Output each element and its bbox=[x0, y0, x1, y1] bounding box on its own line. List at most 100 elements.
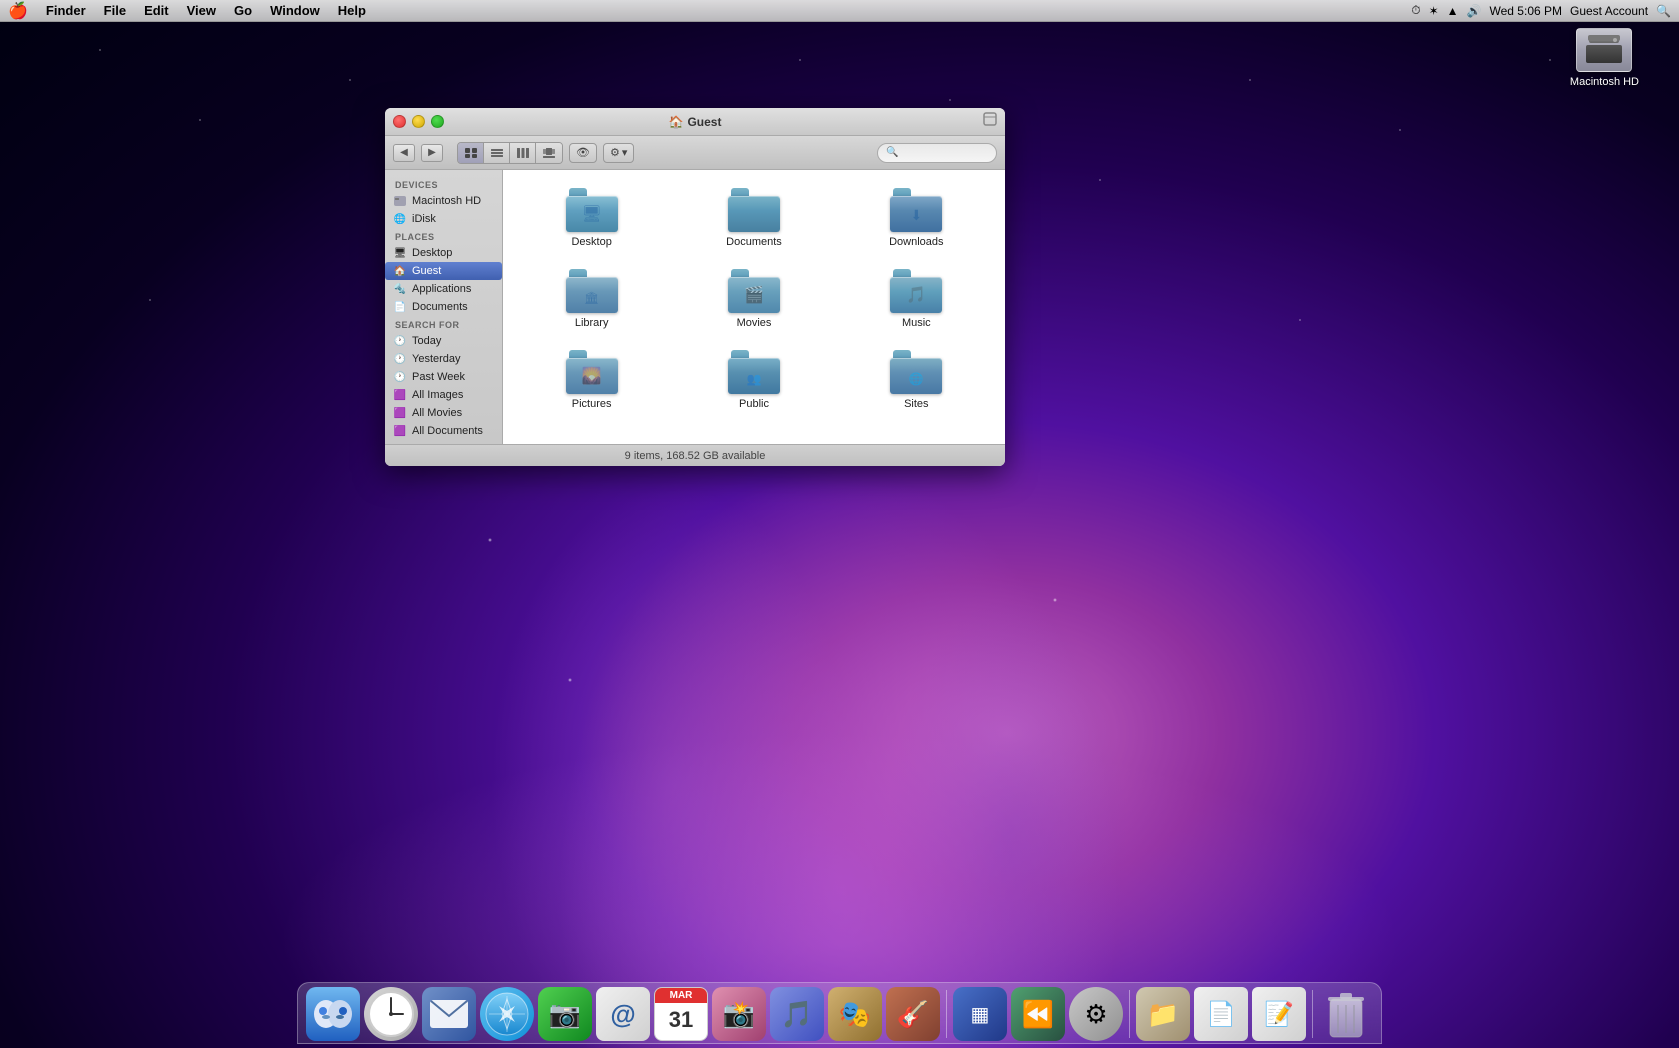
finder-dock-icon bbox=[306, 987, 360, 1041]
pictures-folder-icon: 🌄 bbox=[566, 350, 618, 394]
column-view-button[interactable] bbox=[510, 143, 536, 163]
calendar-dock-icon: MAR 31 bbox=[654, 987, 708, 1041]
menubar: 🍎 Finder File Edit View Go Window Help ⏱… bbox=[0, 0, 1679, 22]
downloads-folder-overlay: ⬇ bbox=[910, 207, 922, 224]
timemachine-dock-icon: ⏪ bbox=[1011, 987, 1065, 1041]
sidebar-item-documents[interactable]: 📄 Documents bbox=[385, 298, 502, 316]
pdf-dock-icon: 📄 bbox=[1194, 987, 1248, 1041]
dock-stack[interactable]: 📁 bbox=[1136, 987, 1190, 1041]
all-images-icon: 🟪 bbox=[393, 388, 407, 402]
sidebar-item-guest[interactable]: 🏠 Guest bbox=[385, 262, 502, 280]
library-folder-overlay: 🏛 bbox=[584, 291, 599, 305]
trash-dock-icon bbox=[1319, 987, 1373, 1041]
sysprefs-dock-icon: ⚙ bbox=[1069, 987, 1123, 1041]
search-box[interactable]: 🔍 bbox=[877, 143, 997, 163]
mac-hd-desktop-icon[interactable]: Macintosh HD bbox=[1570, 28, 1639, 88]
eye-icon: 👁 bbox=[576, 146, 590, 159]
movies-folder-label: Movies bbox=[737, 317, 772, 329]
dock-document[interactable]: 📝 bbox=[1252, 987, 1306, 1041]
sidebar-item-all-movies[interactable]: 🟪 All Movies bbox=[385, 404, 502, 422]
menu-window[interactable]: Window bbox=[262, 0, 328, 22]
traffic-lights bbox=[393, 115, 444, 128]
library-folder-label: Library bbox=[575, 317, 609, 329]
folder-movies[interactable]: 🎬 Movies bbox=[675, 261, 832, 337]
apple-menu[interactable]: 🍎 bbox=[8, 1, 28, 21]
photobooth-dock-icon: 🎭 bbox=[828, 987, 882, 1041]
close-button[interactable] bbox=[393, 115, 406, 128]
window-collapse-btn[interactable] bbox=[983, 112, 997, 131]
folder-sites[interactable]: 🌐 Sites bbox=[838, 342, 995, 418]
dock-calendar[interactable]: MAR 31 bbox=[654, 987, 708, 1041]
minimize-button[interactable] bbox=[412, 115, 425, 128]
list-view-button[interactable] bbox=[484, 143, 510, 163]
forward-button[interactable]: ▶ bbox=[421, 144, 443, 162]
menu-view[interactable]: View bbox=[179, 0, 224, 22]
menu-edit[interactable]: Edit bbox=[136, 0, 177, 22]
menu-file[interactable]: File bbox=[96, 0, 134, 22]
dock-iphoto[interactable]: 📸 bbox=[712, 987, 766, 1041]
folder-pictures[interactable]: 🌄 Pictures bbox=[513, 342, 670, 418]
movies-folder-overlay: 🎬 bbox=[744, 285, 764, 305]
dock-timemachine[interactable]: ⏪ bbox=[1011, 987, 1065, 1041]
sidebar-item-idisk[interactable]: 🌐 iDisk bbox=[385, 210, 502, 228]
dock-spaces[interactable]: ▦ bbox=[953, 987, 1007, 1041]
dock-pdf[interactable]: 📄 bbox=[1194, 987, 1248, 1041]
documents-sidebar-icon: 📄 bbox=[393, 300, 407, 314]
dock-garageband[interactable]: 🎸 bbox=[886, 987, 940, 1041]
spaces-dock-icon: ▦ bbox=[953, 987, 1007, 1041]
menu-go[interactable]: Go bbox=[226, 0, 260, 22]
dock-container: 📷 @ MAR 31 📸 🎵 bbox=[297, 982, 1382, 1044]
folder-desktop[interactable]: 🖥 Desktop bbox=[513, 180, 670, 256]
menu-finder[interactable]: Finder bbox=[38, 0, 94, 22]
icon-view-button[interactable] bbox=[458, 143, 484, 163]
desktop-folder-icon: 🖥 bbox=[566, 188, 618, 232]
folder-public[interactable]: 👥 Public bbox=[675, 342, 832, 418]
dock-sysprefs[interactable]: ⚙ bbox=[1069, 987, 1123, 1041]
search-icon[interactable]: 🔍 bbox=[1656, 4, 1671, 18]
sidebar-item-desktop[interactable]: 🖥 Desktop bbox=[385, 244, 502, 262]
sidebar-item-applications[interactable]: 🔩 Applications bbox=[385, 280, 502, 298]
dock-addressbook[interactable]: @ bbox=[596, 987, 650, 1041]
wifi-icon[interactable]: ▲ bbox=[1447, 4, 1459, 18]
user-account[interactable]: Guest Account bbox=[1570, 4, 1648, 18]
sidebar-item-all-documents[interactable]: 🟪 All Documents bbox=[385, 422, 502, 440]
dock-mail[interactable] bbox=[422, 987, 476, 1041]
clock-dock-icon bbox=[364, 987, 418, 1041]
sidebar-item-macintosh-hd[interactable]: Macintosh HD bbox=[385, 192, 502, 210]
house-icon: 🏠 bbox=[669, 115, 684, 129]
sidebar-item-today[interactable]: 🕐 Today bbox=[385, 332, 502, 350]
dock-separator-1 bbox=[946, 990, 947, 1038]
folder-music[interactable]: 🎵 Music bbox=[838, 261, 995, 337]
bluetooth-icon[interactable]: ✶ bbox=[1429, 4, 1439, 18]
dock-facetime[interactable]: 📷 bbox=[538, 987, 592, 1041]
folder-documents[interactable]: Documents bbox=[675, 180, 832, 256]
volume-icon[interactable]: 🔊 bbox=[1467, 4, 1482, 18]
menu-help[interactable]: Help bbox=[330, 0, 374, 22]
calendar-day: 31 bbox=[669, 1007, 693, 1033]
dock-safari[interactable] bbox=[480, 987, 534, 1041]
dock-clock[interactable] bbox=[364, 987, 418, 1041]
sidebar-item-past-week[interactable]: 🕐 Past Week bbox=[385, 368, 502, 386]
search-magnifier-icon: 🔍 bbox=[886, 147, 898, 158]
dock-finder[interactable] bbox=[306, 987, 360, 1041]
back-button[interactable]: ◀ bbox=[393, 144, 415, 162]
folder-library[interactable]: 🏛 Library bbox=[513, 261, 670, 337]
sidebar-item-all-images[interactable]: 🟪 All Images bbox=[385, 386, 502, 404]
library-folder-icon: 🏛 bbox=[566, 269, 618, 313]
devices-header: DEVICES bbox=[385, 176, 502, 192]
folder-downloads[interactable]: ⬇ Downloads bbox=[838, 180, 995, 256]
sidebar-item-yesterday[interactable]: 🕐 Yesterday bbox=[385, 350, 502, 368]
dock-trash[interactable] bbox=[1319, 987, 1373, 1041]
title-bar: 🏠 Guest bbox=[385, 108, 1005, 136]
dock-photobooth[interactable]: 🎭 bbox=[828, 987, 882, 1041]
dock-itunes[interactable]: 🎵 bbox=[770, 987, 824, 1041]
finder-icon-svg bbox=[306, 987, 360, 1041]
finder-window: 🏠 Guest ◀ ▶ bbox=[385, 108, 1005, 466]
itunes-dock-icon: 🎵 bbox=[770, 987, 824, 1041]
cover-flow-button[interactable] bbox=[536, 143, 562, 163]
quick-look-button[interactable]: 👁 bbox=[569, 143, 597, 163]
maximize-button[interactable] bbox=[431, 115, 444, 128]
action-button[interactable]: ⚙ ▾ bbox=[603, 143, 634, 163]
time-machine-icon[interactable]: ⏱ bbox=[1411, 3, 1420, 18]
music-folder-label: Music bbox=[902, 317, 931, 329]
